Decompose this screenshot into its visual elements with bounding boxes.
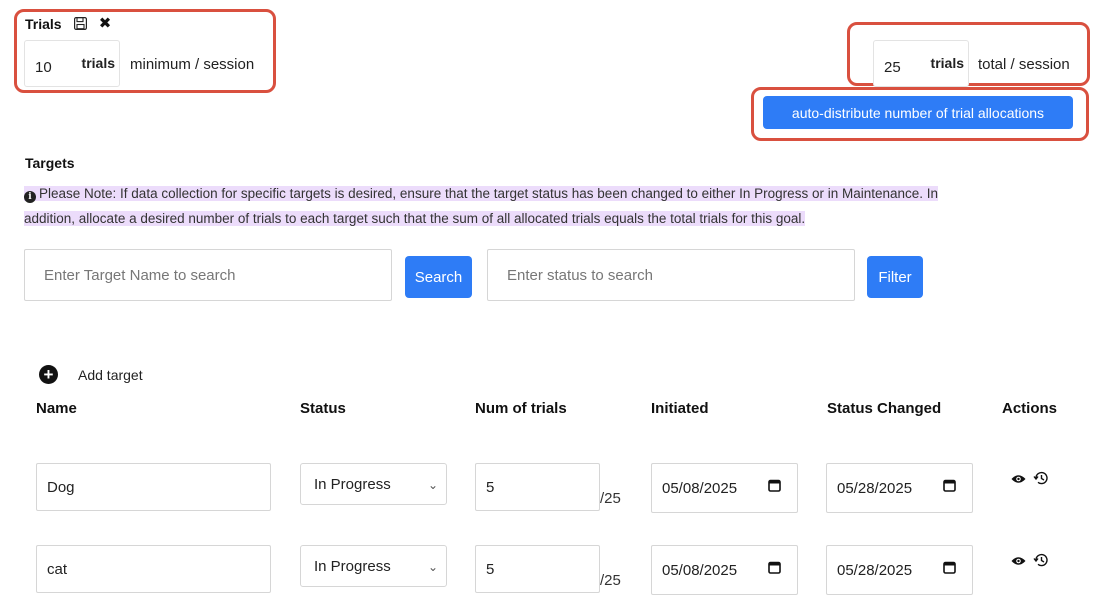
total-trials-value: 25 <box>884 59 901 76</box>
info-icon: i <box>24 191 36 203</box>
header-status: Status <box>300 400 346 417</box>
note-line-1: Please Note: If data collection for spec… <box>39 186 939 201</box>
add-target-button[interactable]: + Add target <box>39 365 143 384</box>
status-changed-date-input[interactable]: 05/28/2025 <box>826 463 973 513</box>
calendar-icon[interactable] <box>943 479 956 492</box>
header-initiated: Initiated <box>651 400 709 417</box>
minimum-trials-unit: trials <box>81 55 115 71</box>
search-button[interactable]: Search <box>405 256 472 298</box>
targets-title: Targets <box>25 155 75 171</box>
total-trials-input[interactable]: 25 trials <box>873 40 969 87</box>
initiated-date-value: 05/08/2025 <box>662 479 738 497</box>
calendar-icon[interactable] <box>768 479 781 492</box>
trials-denominator: /25 <box>600 490 621 507</box>
minimum-session-label: minimum / session <box>130 56 255 73</box>
total-session-label: total / session <box>978 56 1070 73</box>
trials-denominator: /25 <box>600 572 621 589</box>
trials-title: Trials <box>25 16 62 32</box>
header-num-trials: Num of trials <box>475 400 567 417</box>
initiated-date-value: 05/08/2025 <box>662 561 738 579</box>
initiated-date-input[interactable]: 05/08/2025 <box>651 545 798 595</box>
chevron-down-icon: ⌄ <box>427 560 438 574</box>
header-status-changed: Status Changed <box>827 400 942 417</box>
target-name-input[interactable]: cat <box>36 545 271 593</box>
minimum-trials-value: 10 <box>35 59 52 76</box>
add-target-label: Add target <box>78 366 143 383</box>
note-line-2: addition, allocate a desired number of t… <box>24 211 806 226</box>
status-changed-date-input[interactable]: 05/28/2025 <box>826 545 973 595</box>
status-select-value: In Progress <box>314 557 391 575</box>
header-actions: Actions <box>1002 400 1058 417</box>
total-trials-unit: trials <box>930 55 964 71</box>
calendar-icon[interactable] <box>943 561 956 574</box>
status-changed-date-value: 05/28/2025 <box>837 479 913 497</box>
target-name-search-input[interactable]: Enter Target Name to search <box>24 249 392 301</box>
history-icon[interactable] <box>1032 551 1050 569</box>
history-icon[interactable] <box>1032 469 1050 487</box>
status-search-input[interactable]: Enter status to search <box>487 249 855 301</box>
status-select-value: In Progress <box>314 475 391 493</box>
save-icon[interactable] <box>73 16 87 30</box>
status-select[interactable]: In Progress ⌄ <box>300 545 447 587</box>
eye-icon[interactable] <box>1010 555 1026 567</box>
eye-icon[interactable] <box>1010 473 1026 485</box>
num-trials-input[interactable]: 5 <box>475 545 600 593</box>
target-name-input[interactable]: Dog <box>36 463 271 511</box>
initiated-date-input[interactable]: 05/08/2025 <box>651 463 798 513</box>
header-name: Name <box>36 400 77 417</box>
calendar-icon[interactable] <box>768 561 781 574</box>
status-select[interactable]: In Progress ⌄ <box>300 463 447 505</box>
chevron-down-icon: ⌄ <box>427 478 438 492</box>
plus-circle-icon: + <box>39 365 58 384</box>
filter-button[interactable]: Filter <box>867 256 923 298</box>
targets-note: i Please Note: If data collection for spe… <box>24 181 1104 231</box>
status-changed-date-value: 05/28/2025 <box>837 561 913 579</box>
auto-distribute-button[interactable]: auto-distribute number of trial allocati… <box>763 96 1073 129</box>
close-icon[interactable]: ✖ <box>98 15 112 32</box>
num-trials-input[interactable]: 5 <box>475 463 600 511</box>
minimum-trials-input[interactable]: 10 trials <box>24 40 120 87</box>
